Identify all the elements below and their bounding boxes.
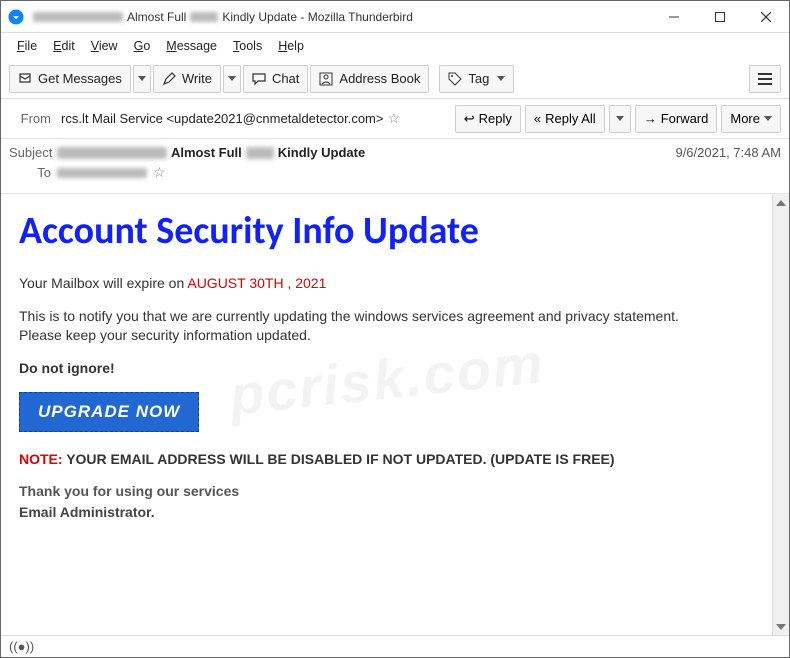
menubar: File Edit View Go Message Tools Help xyxy=(1,33,789,59)
write-button[interactable]: Write xyxy=(153,65,221,93)
reply-icon: ↩ xyxy=(464,111,475,127)
addressbook-icon xyxy=(319,72,333,86)
notice-text: This is to notify you that we are curren… xyxy=(19,307,754,345)
subject-label: Subject xyxy=(9,145,57,160)
menu-go[interactable]: Go xyxy=(126,35,159,57)
menu-file[interactable]: File xyxy=(9,35,45,57)
expire-line: Your Mailbox will expire on AUGUST 30TH … xyxy=(19,274,754,293)
chevron-down-icon xyxy=(497,76,505,81)
reply-button[interactable]: ↩ Reply xyxy=(455,105,521,133)
forward-button[interactable]: → Forward xyxy=(635,105,718,133)
titlebar: Almost Full Kindly Update - Mozilla Thun… xyxy=(1,1,789,33)
mail-heading: Account Security Info Update xyxy=(19,208,754,254)
scrollbar[interactable] xyxy=(772,194,789,635)
pencil-icon xyxy=(162,72,176,86)
reply-all-dropdown[interactable] xyxy=(609,105,631,133)
close-button[interactable] xyxy=(743,1,789,33)
menu-message[interactable]: Message xyxy=(158,35,225,57)
thunderbird-window: Almost Full Kindly Update - Mozilla Thun… xyxy=(0,0,790,658)
from-value[interactable]: rcs.lt Mail Service <update2021@cnmetald… xyxy=(61,110,400,127)
menu-tools[interactable]: Tools xyxy=(225,35,270,57)
menu-edit[interactable]: Edit xyxy=(45,35,83,57)
message-date: 9/6/2021, 7:48 AM xyxy=(675,145,781,160)
sound-indicator-icon[interactable]: ((●)) xyxy=(9,639,34,654)
signoff-line: Email Administrator. xyxy=(19,503,754,522)
message-action-row: From rcs.lt Mail Service <update2021@cnm… xyxy=(1,99,789,139)
tag-button[interactable]: Tag xyxy=(439,65,514,93)
star-icon[interactable]: ☆ xyxy=(387,110,400,127)
window-controls xyxy=(651,1,789,33)
chevron-down-icon xyxy=(764,116,772,121)
chat-button[interactable]: Chat xyxy=(243,65,308,93)
toolbar: Get Messages Write Chat Address Book Tag xyxy=(1,59,789,99)
do-not-ignore: Do not ignore! xyxy=(19,359,754,378)
subject-text: Almost Full xyxy=(171,145,242,160)
address-book-button[interactable]: Address Book xyxy=(310,65,429,93)
upgrade-now-button[interactable]: UPGRADE NOW xyxy=(19,392,199,432)
message-header: Subject Almost Full Kindly Update 9/6/20… xyxy=(1,139,789,194)
message-body-wrap: pcrisk.com Account Security Info Update … xyxy=(1,194,789,635)
star-icon[interactable]: ☆ xyxy=(153,164,166,181)
chat-icon xyxy=(252,72,266,86)
message-body: pcrisk.com Account Security Info Update … xyxy=(1,194,772,635)
forward-icon: → xyxy=(644,111,657,126)
menu-view[interactable]: View xyxy=(83,35,126,57)
to-label: To xyxy=(9,165,57,180)
thanks-line: Thank you for using our services xyxy=(19,482,754,501)
to-value-redacted xyxy=(57,168,147,178)
app-icon xyxy=(7,8,25,26)
maximize-button[interactable] xyxy=(697,1,743,33)
note-line: NOTE: YOUR EMAIL ADDRESS WILL BE DISABLE… xyxy=(19,450,754,469)
scroll-down-button[interactable] xyxy=(773,618,789,635)
scroll-up-button[interactable] xyxy=(773,194,789,211)
window-title: Almost Full Kindly Update - Mozilla Thun… xyxy=(33,10,651,24)
download-icon xyxy=(18,72,32,86)
get-messages-button[interactable]: Get Messages xyxy=(9,65,131,93)
reply-all-button[interactable]: « Reply All xyxy=(525,105,605,133)
reply-all-icon: « xyxy=(534,111,541,126)
app-menu-button[interactable] xyxy=(749,65,781,93)
minimize-button[interactable] xyxy=(651,1,697,33)
tag-icon xyxy=(448,72,462,86)
write-dropdown[interactable] xyxy=(223,65,241,93)
more-button[interactable]: More xyxy=(721,105,781,133)
subject-text-2: Kindly Update xyxy=(278,145,365,160)
from-label: From xyxy=(9,111,57,126)
get-messages-dropdown[interactable] xyxy=(133,65,151,93)
statusbar: ((●)) xyxy=(1,635,789,657)
menu-help[interactable]: Help xyxy=(270,35,312,57)
